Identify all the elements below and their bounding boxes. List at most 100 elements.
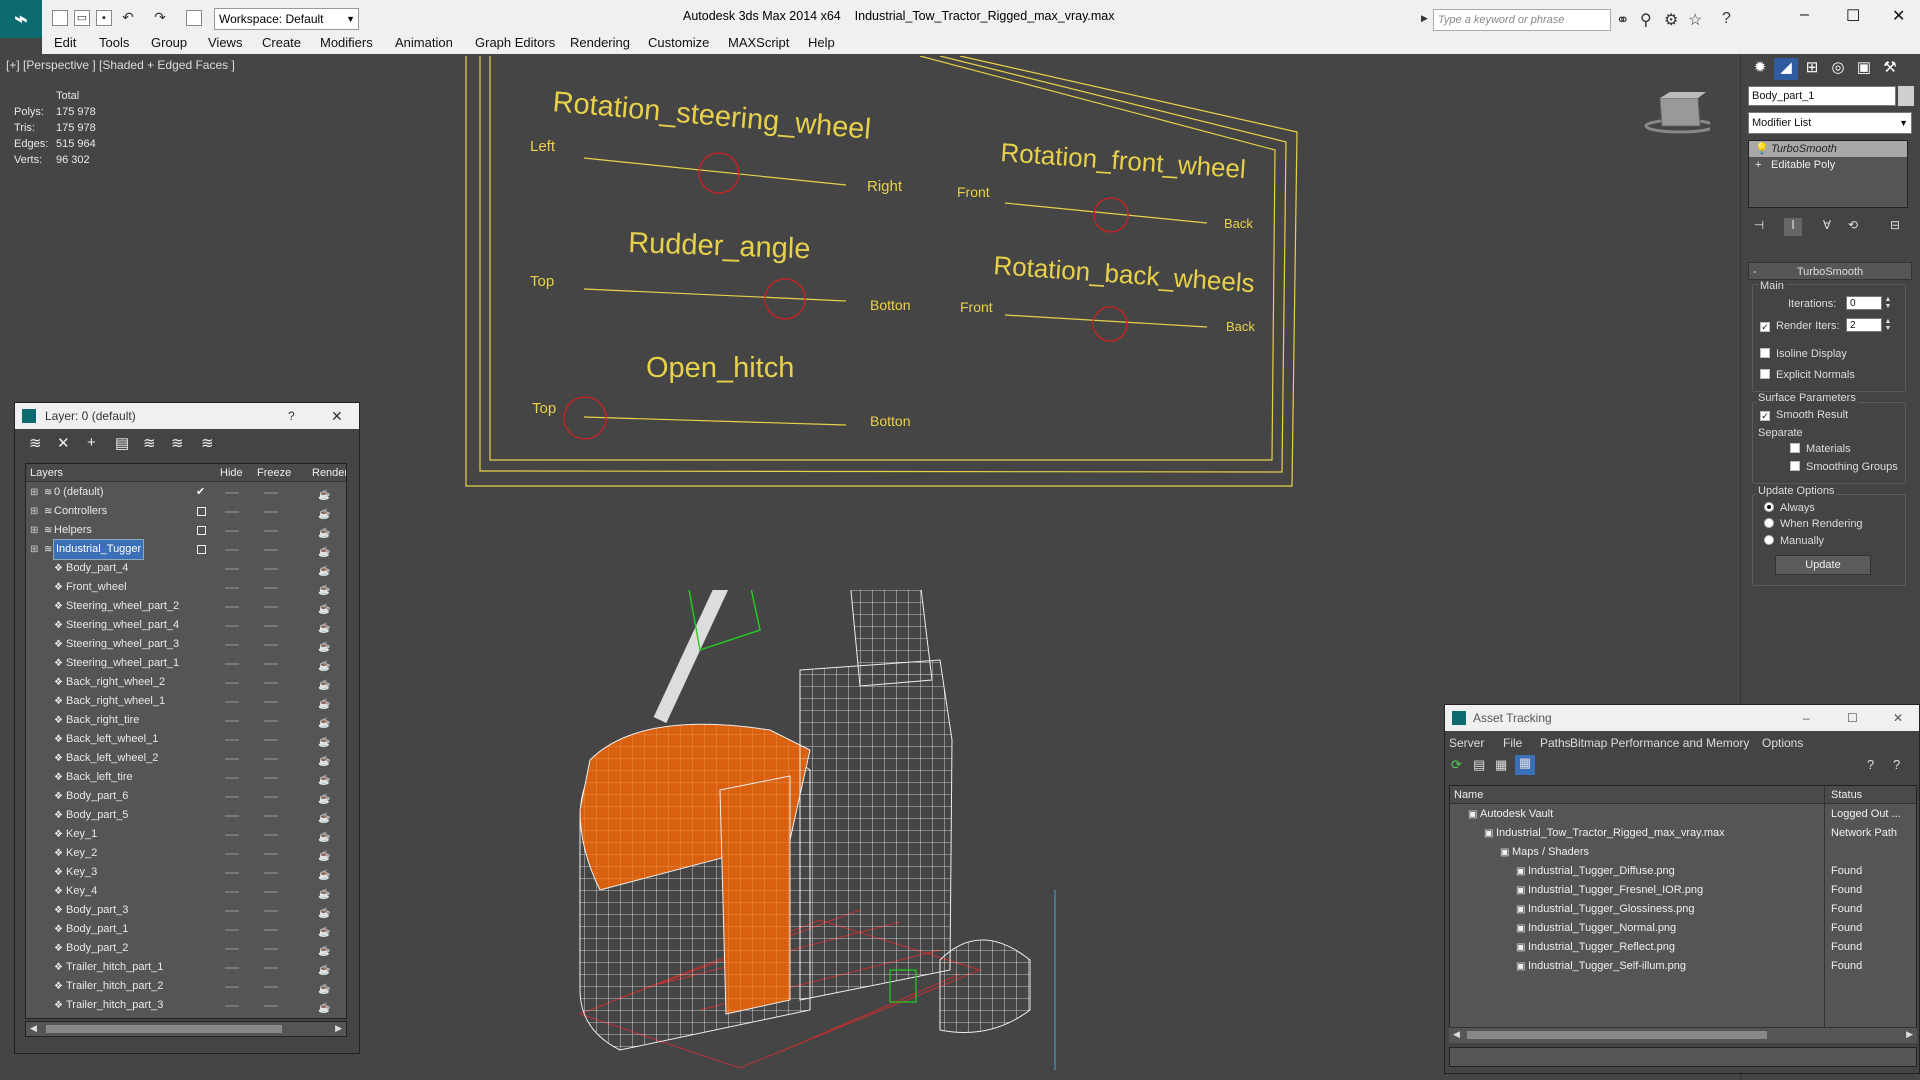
explicit-normals-checkbox[interactable]: Explicit Normals <box>1760 369 1855 381</box>
undo-icon[interactable]: ↶ <box>120 10 136 26</box>
freeze-toggle[interactable] <box>264 967 278 969</box>
detail-view-icon[interactable]: ▦ <box>1495 757 1507 773</box>
layer-row[interactable]: ❖ Trailer_hitch_part_3 ☕ <box>26 996 346 1018</box>
freeze-toggle[interactable] <box>264 682 278 684</box>
hide-toggle[interactable] <box>225 549 239 551</box>
scroll-right-icon[interactable]: ▶ <box>1906 1029 1913 1040</box>
close-icon[interactable]: ✕ <box>1892 6 1905 26</box>
freeze-toggle[interactable] <box>264 986 278 988</box>
asset-tracking-titlebar[interactable]: Asset Tracking – ☐ ✕ <box>1445 705 1919 731</box>
smoothing-groups-checkbox[interactable]: Smoothing Groups <box>1790 461 1898 473</box>
layer-row[interactable]: ❖ Body_part_5 ☕ <box>26 806 346 825</box>
freeze-toggle[interactable] <box>264 758 278 760</box>
layer-row[interactable]: ❖ Back_left_tire ☕ <box>26 768 346 787</box>
turbosmooth-rollout-header[interactable]: - TurboSmooth <box>1748 262 1912 280</box>
menu-graph-editors[interactable]: Graph Editors <box>475 35 555 50</box>
freeze-toggle[interactable] <box>264 834 278 836</box>
hide-toggle[interactable] <box>225 1005 239 1007</box>
column-render[interactable]: Render <box>312 464 346 482</box>
scroll-thumb[interactable] <box>1467 1031 1767 1039</box>
object-name-field[interactable]: Body_part_1 <box>1748 86 1896 106</box>
hide-toggle[interactable] <box>225 796 239 798</box>
hide-toggle[interactable] <box>225 625 239 627</box>
current-layer-check-icon[interactable]: ✔ <box>196 483 205 502</box>
add-to-layer-icon[interactable]: + <box>87 434 96 451</box>
motion-tab-icon[interactable]: ◎ <box>1826 58 1850 80</box>
hide-toggle[interactable] <box>225 986 239 988</box>
freeze-toggle[interactable] <box>264 796 278 798</box>
hide-toggle[interactable] <box>225 739 239 741</box>
freeze-toggle[interactable] <box>264 568 278 570</box>
freeze-toggle[interactable] <box>264 948 278 950</box>
menu-maxscript[interactable]: MAXScript <box>728 35 789 50</box>
materials-checkbox[interactable]: Materials <box>1790 443 1851 455</box>
freeze-toggle[interactable] <box>264 606 278 608</box>
hide-toggle[interactable] <box>225 853 239 855</box>
menu-help[interactable]: Help <box>808 35 835 50</box>
render-teapot-icon[interactable]: ☕ <box>318 999 330 1018</box>
menu-create[interactable]: Create <box>262 35 301 50</box>
freeze-toggle[interactable] <box>264 815 278 817</box>
communication-icon[interactable]: ⚲ <box>1640 10 1652 30</box>
freeze-toggle[interactable] <box>264 910 278 912</box>
spinner-arrows-icon[interactable]: ▲ ▼ <box>1884 318 1892 332</box>
minimize-icon[interactable]: – <box>1800 6 1809 24</box>
utilities-tab-icon[interactable]: ⚒ <box>1878 58 1902 80</box>
column-freeze[interactable]: Freeze <box>257 464 291 482</box>
create-tab-icon[interactable]: ✹ <box>1748 58 1772 80</box>
layer-row[interactable]: ❖ Key_4 ☕ <box>26 882 346 901</box>
layer-row[interactable]: ❖ Back_right_wheel_2 ☕ <box>26 673 346 692</box>
freeze-all-layers-icon[interactable]: ≋ <box>201 434 214 452</box>
stack-item-editable-poly[interactable]: + Editable Poly <box>1749 157 1907 173</box>
modifier-list-dropdown[interactable]: Modifier List ▼ <box>1748 112 1912 134</box>
layer-row[interactable]: ❖ Steering_wheel_part_4 ☕ <box>26 616 346 635</box>
hide-toggle[interactable] <box>225 948 239 950</box>
hide-toggle[interactable] <box>225 910 239 912</box>
freeze-toggle[interactable] <box>264 625 278 627</box>
hide-toggle[interactable] <box>225 530 239 532</box>
save-file-icon[interactable]: ▪ <box>96 10 112 26</box>
hide-toggle[interactable] <box>225 777 239 779</box>
viewcube-icon[interactable] <box>1640 88 1710 138</box>
hide-toggle[interactable] <box>225 967 239 969</box>
lightbulb-icon[interactable]: 💡 <box>1755 141 1769 157</box>
set-current-layer-box[interactable] <box>197 507 206 516</box>
update-when-rendering-radio[interactable]: When Rendering <box>1764 518 1863 530</box>
modify-tab-icon[interactable]: ◢ <box>1774 58 1798 80</box>
menu-tools[interactable]: Tools <box>99 35 129 50</box>
expand-plus-icon[interactable]: ⊞ <box>30 483 38 502</box>
workspace-dropdown[interactable]: Workspace: Default ▼ <box>214 8 359 30</box>
layer-row[interactable]: ⊞ ≋ Helpers ☕ <box>26 521 346 540</box>
hide-toggle[interactable] <box>225 568 239 570</box>
layer-horizontal-scrollbar[interactable]: ◀ ▶ <box>25 1021 347 1037</box>
hide-toggle[interactable] <box>225 834 239 836</box>
freeze-toggle[interactable] <box>264 929 278 931</box>
hide-all-layers-icon[interactable]: ≋ <box>171 434 184 452</box>
update-manually-radio[interactable]: Manually <box>1764 535 1824 547</box>
isoline-display-checkbox[interactable]: Isoline Display <box>1760 348 1847 360</box>
hide-toggle[interactable] <box>225 891 239 893</box>
delete-layer-icon[interactable]: ✕ <box>57 434 70 452</box>
minimize-icon[interactable]: – <box>1803 705 1810 731</box>
remove-modifier-icon[interactable]: ⟲ <box>1844 218 1862 236</box>
hierarchy-tab-icon[interactable]: ⊞ <box>1800 58 1824 80</box>
expand-plus-icon[interactable]: ⊞ <box>30 540 38 559</box>
column-hide[interactable]: Hide <box>220 464 243 482</box>
at-menu-options[interactable]: Options <box>1762 736 1803 750</box>
layer-row[interactable]: ⊞ ≋ 0 (default) ✔ ☕ <box>26 483 346 502</box>
layer-row[interactable]: ❖ Key_1 ☕ <box>26 825 346 844</box>
column-status[interactable]: Status <box>1831 786 1862 804</box>
help-icon[interactable]: ? <box>288 403 295 429</box>
search-input[interactable]: Type a keyword or phrase <box>1433 9 1611 31</box>
close-icon[interactable]: ✕ <box>1893 705 1903 731</box>
spinner-arrows-icon[interactable]: ▲ ▼ <box>1884 296 1892 310</box>
hide-toggle[interactable] <box>225 720 239 722</box>
hide-toggle[interactable] <box>225 644 239 646</box>
update-button[interactable]: Update <box>1775 555 1871 575</box>
layer-row[interactable]: ❖ Back_left_wheel_2 ☕ <box>26 749 346 768</box>
hide-toggle[interactable] <box>225 929 239 931</box>
object-color-swatch[interactable] <box>1898 86 1914 106</box>
freeze-toggle[interactable] <box>264 701 278 703</box>
make-unique-icon[interactable]: ∀ <box>1818 218 1836 236</box>
freeze-toggle[interactable] <box>264 1005 278 1007</box>
